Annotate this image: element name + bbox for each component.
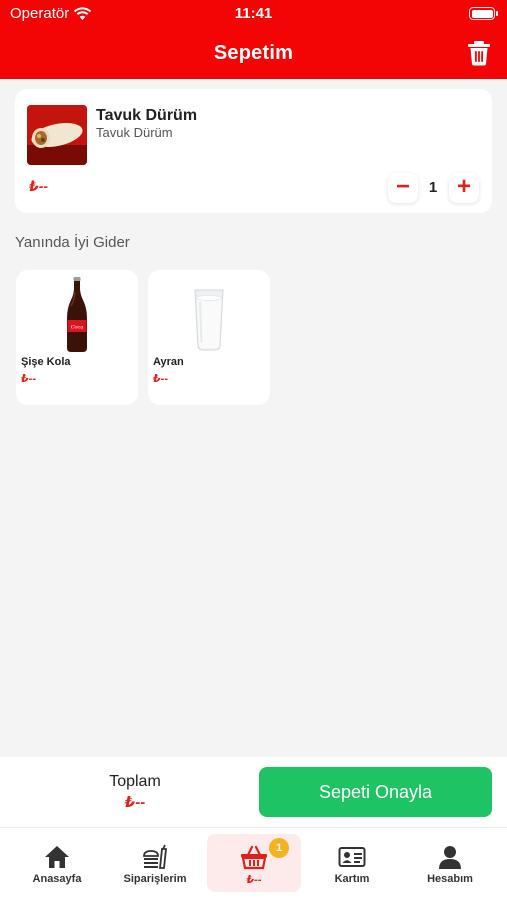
- page-title: Sepetim: [213, 42, 294, 64]
- status-bar: Operatör 11:41: [0, 0, 507, 28]
- battery-icon: [469, 7, 498, 20]
- tab-orders[interactable]: Siparişlerim: [108, 834, 202, 892]
- status-time: 11:41: [234, 5, 273, 22]
- bottom-tab-bar: Anasayfa Siparişlerim ₺-- 1 Kartım Hesab…: [0, 827, 507, 900]
- id-card-icon: [338, 847, 366, 867]
- tab-account[interactable]: Hesabım: [403, 834, 497, 892]
- user-icon: [439, 846, 461, 869]
- product-price: ₺--: [29, 178, 49, 194]
- total-label: Toplam: [109, 773, 161, 790]
- cart-summary-bar: Toplam ₺-- Sepeti Onayla: [0, 757, 507, 827]
- tab-home[interactable]: Anasayfa: [10, 834, 104, 892]
- tab-card[interactable]: Kartım: [305, 834, 399, 892]
- orders-icon: [143, 844, 167, 869]
- trash-icon[interactable]: [467, 40, 491, 66]
- quantity-value: 1: [428, 179, 438, 196]
- suggestion-price: ₺--: [153, 373, 168, 385]
- app-header: Operatör 11:41 Sepetim: [0, 0, 507, 79]
- suggestion-price: ₺--: [21, 373, 36, 385]
- product-image: [27, 105, 87, 165]
- cart-item-card: Tavuk Dürüm Tavuk Dürüm ₺-- − 1 +: [15, 89, 492, 213]
- suggestion-name: Ayran: [153, 356, 184, 368]
- increase-quantity-button[interactable]: +: [449, 173, 479, 203]
- cart-count-badge: 1: [269, 838, 289, 858]
- decrease-quantity-button[interactable]: −: [388, 173, 418, 203]
- home-icon: [45, 846, 69, 868]
- total-value: ₺--: [124, 794, 146, 811]
- ayran-glass-image: [148, 276, 270, 354]
- tab-label: Kartım: [334, 873, 370, 885]
- product-description: Tavuk Dürüm: [96, 125, 173, 140]
- product-name: Tavuk Dürüm: [96, 107, 198, 124]
- tab-label: ₺--: [246, 874, 262, 886]
- suggestion-card-ayran[interactable]: Ayran ₺--: [148, 270, 270, 405]
- tab-label: Hesabım: [427, 873, 473, 885]
- suggestions-title: Yanında İyi Gider: [15, 234, 130, 251]
- svg-text:Coca: Coca: [71, 325, 84, 331]
- tab-label: Siparişlerim: [123, 873, 187, 885]
- suggestion-name: Şişe Kola: [21, 356, 71, 368]
- tab-basket[interactable]: ₺-- 1: [207, 834, 301, 892]
- basket-icon: [241, 845, 267, 870]
- tab-label: Anasayfa: [32, 873, 82, 885]
- confirm-cart-button[interactable]: Sepeti Onayla: [259, 767, 492, 817]
- cola-bottle-image: Coca: [16, 276, 138, 354]
- suggestion-card-cola[interactable]: Coca Şişe Kola ₺--: [16, 270, 138, 405]
